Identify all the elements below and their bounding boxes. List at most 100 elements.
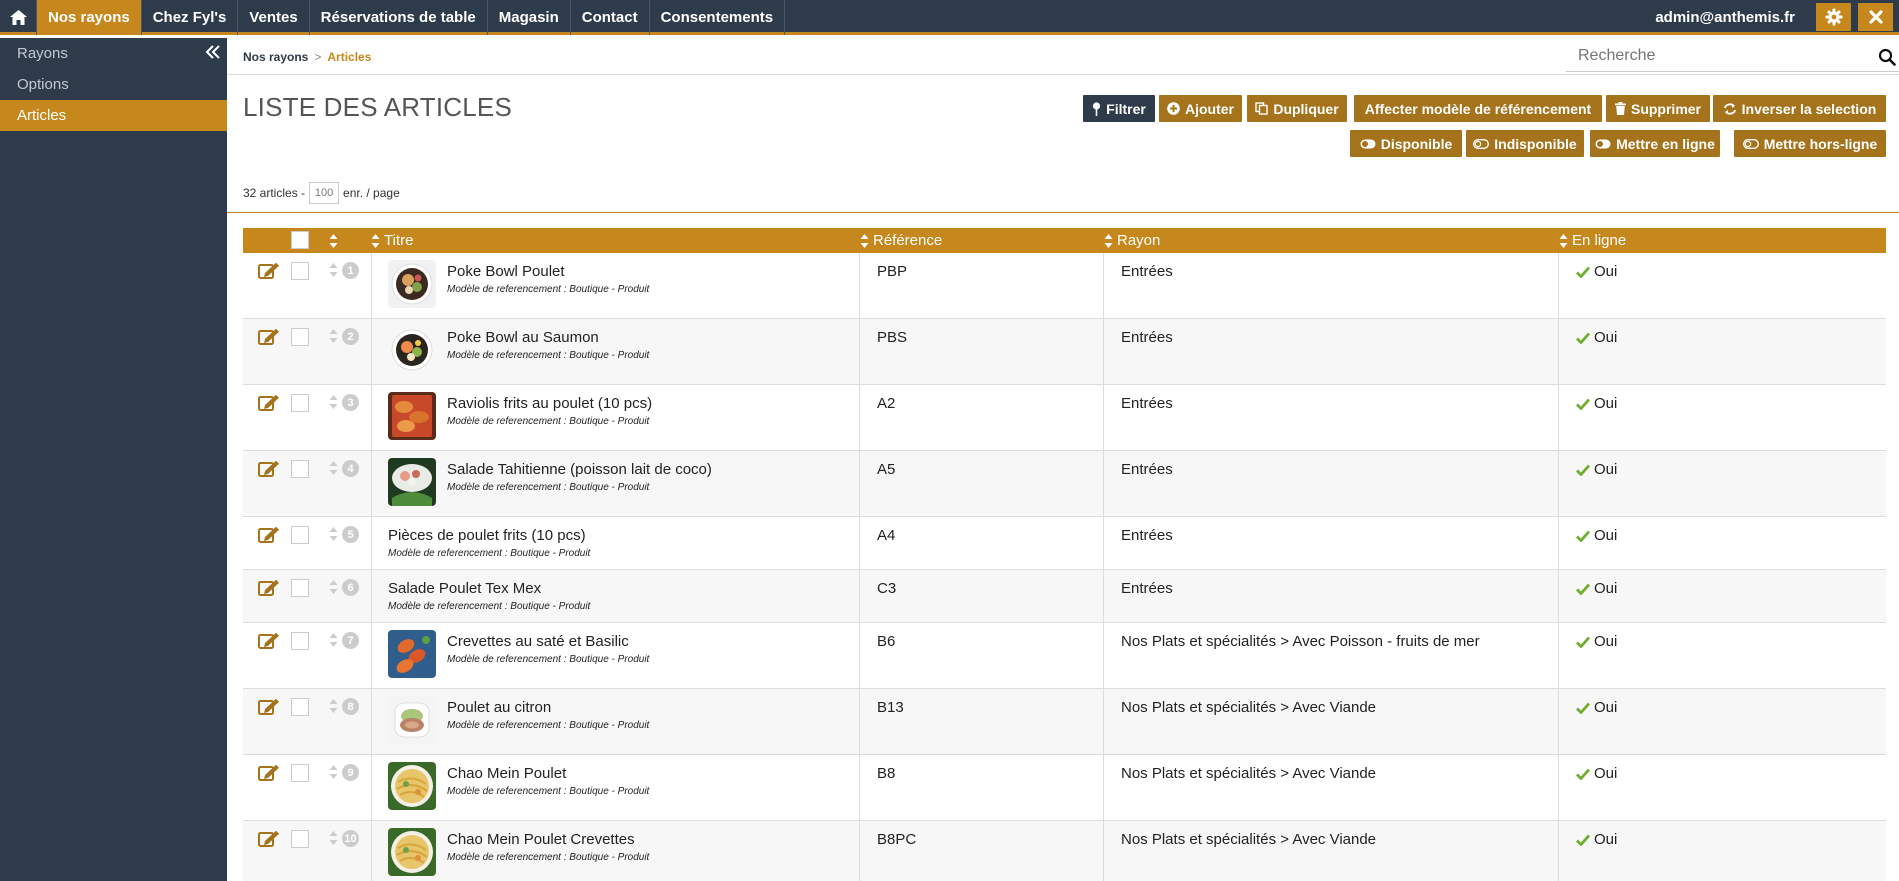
table-row[interactable]: 8 Poulet au citron Modèle de referencement… bbox=[243, 689, 1886, 755]
table-row[interactable]: 4 Salade Tahitienne (poisson lait de coco… bbox=[243, 451, 1886, 517]
column-header-title[interactable]: Titre bbox=[371, 228, 413, 253]
page-title: LISTE DES ARTICLES bbox=[243, 92, 512, 122]
set-offline-button[interactable]: Mettre hors-ligne bbox=[1734, 130, 1886, 157]
table-row[interactable]: 5 Pièces de poulet frits (10 pcs) Modèle d… bbox=[243, 517, 1886, 570]
edit-icon[interactable] bbox=[258, 579, 280, 597]
edit-icon[interactable] bbox=[258, 328, 280, 346]
column-header-reference[interactable]: Référence bbox=[860, 228, 942, 253]
product-online-status[interactable]: Oui bbox=[1576, 527, 1617, 544]
settings-button[interactable] bbox=[1816, 3, 1851, 31]
table-row[interactable]: 6 Salade Poulet Tex Mex Modèle de referenc… bbox=[243, 570, 1886, 623]
edit-icon[interactable] bbox=[258, 526, 280, 544]
drag-sort-icon[interactable] bbox=[329, 579, 338, 595]
product-online-status[interactable]: Oui bbox=[1576, 329, 1617, 346]
product-title[interactable]: Pièces de poulet frits (10 pcs) bbox=[388, 527, 586, 544]
drag-sort-icon[interactable] bbox=[329, 328, 338, 344]
search-icon[interactable] bbox=[1878, 48, 1896, 66]
edit-icon[interactable] bbox=[258, 764, 280, 782]
product-online-status[interactable]: Oui bbox=[1576, 765, 1617, 782]
breadcrumb-parent[interactable]: Nos rayons bbox=[243, 50, 308, 64]
menu-ventes[interactable]: Ventes bbox=[238, 0, 310, 35]
row-checkbox[interactable] bbox=[291, 698, 309, 716]
drag-sort-icon[interactable] bbox=[329, 830, 338, 846]
product-online-status[interactable]: Oui bbox=[1576, 580, 1617, 597]
product-thumbnail bbox=[388, 696, 436, 744]
row-checkbox[interactable] bbox=[291, 460, 309, 478]
edit-icon[interactable] bbox=[258, 830, 280, 848]
sidebar-item-articles[interactable]: Articles bbox=[0, 100, 227, 131]
delete-button[interactable]: Supprimer bbox=[1606, 95, 1710, 122]
row-checkbox[interactable] bbox=[291, 830, 309, 848]
duplicate-button[interactable]: Dupliquer bbox=[1247, 95, 1347, 122]
product-title[interactable]: Chao Mein Poulet bbox=[447, 765, 566, 782]
edit-icon[interactable] bbox=[258, 394, 280, 412]
table-row[interactable]: 9 Chao Mein Poulet Modèle de referencement… bbox=[243, 755, 1886, 821]
table-row[interactable]: 3 Raviolis frits au poulet (10 pcs) Modèle… bbox=[243, 385, 1886, 451]
available-button[interactable]: Disponible bbox=[1350, 130, 1462, 157]
product-title[interactable]: Raviolis frits au poulet (10 pcs) bbox=[447, 395, 652, 412]
row-checkbox[interactable] bbox=[291, 262, 309, 280]
sidebar-item-rayons[interactable]: Rayons bbox=[0, 38, 227, 69]
product-title[interactable]: Poke Bowl au Saumon bbox=[447, 329, 599, 346]
drag-sort-icon[interactable] bbox=[329, 698, 338, 714]
drag-sort-icon[interactable] bbox=[329, 764, 338, 780]
select-all-checkbox[interactable] bbox=[291, 231, 309, 249]
column-header-rayon[interactable]: Rayon bbox=[1104, 228, 1160, 253]
product-online-status[interactable]: Oui bbox=[1576, 831, 1617, 848]
row-checkbox[interactable] bbox=[291, 394, 309, 412]
edit-icon[interactable] bbox=[258, 698, 280, 716]
column-online-label: En ligne bbox=[1572, 232, 1627, 249]
drag-sort-icon[interactable] bbox=[329, 632, 338, 648]
menu-nos-rayons[interactable]: Nos rayons bbox=[37, 0, 142, 35]
menu-reservations[interactable]: Réservations de table bbox=[310, 0, 488, 35]
product-title[interactable]: Poulet au citron bbox=[447, 699, 551, 716]
product-title[interactable]: Chao Mein Poulet Crevettes bbox=[447, 831, 635, 848]
product-online-status[interactable]: Oui bbox=[1576, 699, 1617, 716]
menu-magasin[interactable]: Magasin bbox=[488, 0, 571, 35]
invert-selection-button[interactable]: Inverser la selection bbox=[1713, 95, 1886, 122]
close-button[interactable] bbox=[1858, 3, 1893, 31]
product-title[interactable]: Crevettes au saté et Basilic bbox=[447, 633, 629, 650]
drag-sort-icon[interactable] bbox=[329, 262, 338, 278]
row-checkbox[interactable] bbox=[291, 526, 309, 544]
per-page-input[interactable]: 100 bbox=[309, 182, 340, 204]
product-title[interactable]: Poke Bowl Poulet bbox=[447, 263, 565, 280]
row-checkbox[interactable] bbox=[291, 764, 309, 782]
row-checkbox[interactable] bbox=[291, 328, 309, 346]
product-title[interactable]: Salade Tahitienne (poisson lait de coco) bbox=[447, 461, 712, 478]
home-button[interactable] bbox=[0, 0, 37, 35]
edit-icon[interactable] bbox=[258, 632, 280, 650]
online-label: Oui bbox=[1594, 633, 1618, 650]
row-checkbox[interactable] bbox=[291, 579, 309, 597]
menu-chez-fyls[interactable]: Chez Fyl's bbox=[142, 0, 239, 35]
set-online-button[interactable]: Mettre en ligne bbox=[1590, 130, 1720, 157]
table-row[interactable]: 10 Chao Mein Poulet Crevettes Modèle de re… bbox=[243, 821, 1886, 881]
column-title-label: Titre bbox=[384, 232, 414, 249]
edit-icon[interactable] bbox=[258, 262, 280, 280]
add-button[interactable]: Ajouter bbox=[1159, 95, 1242, 122]
sidebar-item-options[interactable]: Options bbox=[0, 69, 227, 100]
product-online-status[interactable]: Oui bbox=[1576, 263, 1617, 280]
sort-order-header[interactable] bbox=[329, 228, 338, 253]
drag-sort-icon[interactable] bbox=[329, 394, 338, 410]
drag-sort-icon[interactable] bbox=[329, 460, 338, 476]
product-online-status[interactable]: Oui bbox=[1576, 395, 1617, 412]
product-online-status[interactable]: Oui bbox=[1576, 461, 1617, 478]
table-row[interactable]: 1 Poke Bowl Poulet Modèle de referencement… bbox=[243, 253, 1886, 319]
edit-icon[interactable] bbox=[258, 460, 280, 478]
unavailable-button[interactable]: Indisponible bbox=[1466, 130, 1584, 157]
assign-model-button[interactable]: Affecter modèle de référencement bbox=[1354, 95, 1602, 122]
user-email[interactable]: admin@anthemis.fr bbox=[1655, 0, 1795, 35]
product-online-status[interactable]: Oui bbox=[1576, 633, 1617, 650]
drag-sort-icon[interactable] bbox=[329, 526, 338, 542]
product-title[interactable]: Salade Poulet Tex Mex bbox=[388, 580, 541, 597]
collapse-sidebar-button[interactable] bbox=[205, 44, 221, 64]
table-row[interactable]: 2 Poke Bowl au Saumon Modèle de referencem… bbox=[243, 319, 1886, 385]
search-input[interactable] bbox=[1566, 42, 1856, 70]
table-row[interactable]: 7 Crevettes au saté et Basilic Modèle de r… bbox=[243, 623, 1886, 689]
row-checkbox[interactable] bbox=[291, 632, 309, 650]
column-header-online[interactable]: En ligne bbox=[1559, 228, 1626, 253]
filter-button[interactable]: Filtrer bbox=[1083, 95, 1155, 122]
menu-contact[interactable]: Contact bbox=[571, 0, 650, 35]
menu-consentements[interactable]: Consentements bbox=[650, 0, 786, 35]
